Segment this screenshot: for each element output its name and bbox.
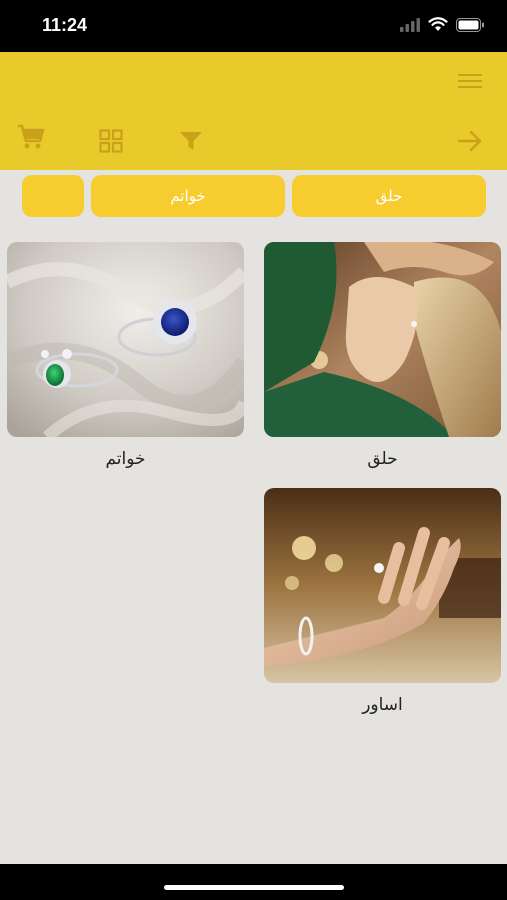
bracelet-ring-photo[interactable] (264, 488, 501, 683)
category-pill-rings[interactable]: خواتم (91, 175, 285, 217)
product-card-bracelets[interactable]: اساور (264, 488, 501, 715)
product-label: حلق (367, 449, 398, 469)
product-label: اساور (362, 695, 403, 715)
cart-icon[interactable] (16, 122, 46, 152)
product-card-earrings[interactable]: حلق (264, 242, 501, 469)
status-time: 11:24 (42, 15, 88, 35)
wifi-icon (428, 17, 448, 36)
arrow-right-icon[interactable] (455, 126, 485, 156)
product-label: خواتم (105, 449, 146, 469)
category-label: حلق (375, 187, 403, 205)
category-pill-partial[interactable] (22, 175, 84, 217)
grid-view-icon[interactable] (98, 128, 124, 154)
product-card-rings[interactable]: خواتم (7, 242, 244, 469)
category-label: خواتم (170, 187, 206, 205)
signal-icon (400, 17, 420, 36)
filter-icon[interactable] (178, 128, 204, 154)
status-bar: 11:24 (0, 0, 507, 52)
rings-photo[interactable] (7, 242, 244, 437)
menu-icon[interactable] (457, 70, 483, 92)
home-indicator[interactable] (164, 885, 344, 890)
earrings-photo[interactable] (264, 242, 501, 437)
home-indicator-bar (0, 864, 507, 900)
category-pill-earrings[interactable]: حلق (292, 175, 486, 217)
app-header (0, 52, 507, 170)
battery-icon (456, 17, 485, 36)
status-icons (400, 17, 485, 36)
